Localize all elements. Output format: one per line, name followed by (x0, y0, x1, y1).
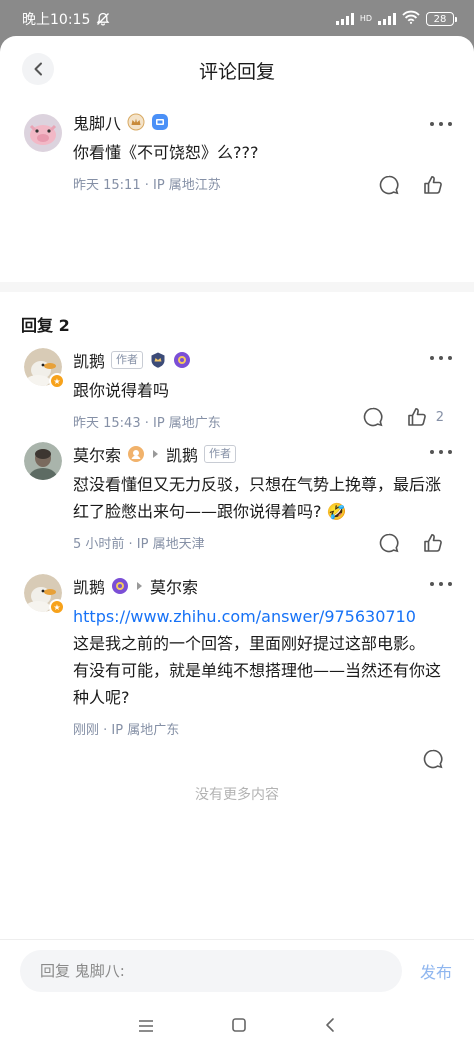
status-bar: 晚上10:15 HD 28 (0, 0, 474, 38)
star-badge-icon: ★ (49, 373, 65, 389)
comment-text-line-1: 这是我之前的一个回答，里面刚好提过这部电影。 (73, 634, 426, 653)
comment-actions (378, 174, 444, 196)
chat-bubble-icon (423, 749, 443, 769)
chevron-left-icon (34, 62, 42, 76)
reply-button[interactable] (362, 406, 384, 428)
bronze-badge-icon (127, 445, 145, 463)
star-badge-icon: ★ (49, 599, 65, 615)
answer-link[interactable]: https://www.zhihu.com/answer/975630710 (73, 607, 416, 626)
reply-item: ★ 凯鹅 作者 跟你说得着吗 昨天 15:43 · IP 属地广东 2 (0, 348, 474, 440)
reply-input[interactable] (20, 949, 402, 992)
level-badge-icon (111, 577, 129, 595)
nav-back-icon[interactable] (324, 1017, 336, 1037)
avatar[interactable] (24, 114, 62, 152)
thumbs-up-icon (407, 408, 426, 426)
like-count: 2 (435, 409, 444, 425)
avatar[interactable] (24, 442, 62, 480)
more-options-button[interactable] (430, 582, 452, 586)
replies-count-title: 回复 2 (21, 316, 70, 335)
comment-actions: 2 (362, 406, 444, 428)
like-button[interactable] (422, 532, 444, 554)
comment-text: https://www.zhihu.com/answer/975630710 这… (73, 603, 452, 711)
comment-author[interactable]: 凯鹅 (73, 348, 105, 372)
comment-actions (422, 748, 444, 770)
author-tag: 作者 (111, 351, 144, 369)
network-type: HD (359, 14, 372, 23)
more-options-button[interactable] (430, 122, 452, 126)
do-not-disturb-icon (96, 12, 110, 26)
comment-author[interactable]: 鬼脚八 (73, 110, 121, 134)
like-button[interactable]: 2 (406, 406, 444, 428)
root-comment: 鬼脚八 你看懂《不可饶恕》么??? 昨天 15:11 · IP 属地江苏 (0, 110, 474, 210)
avatar[interactable]: ★ (24, 348, 65, 389)
chat-bubble-icon (379, 533, 399, 553)
reply-to-user[interactable]: 凯鹅 (166, 442, 198, 466)
avatar[interactable]: ★ (24, 574, 65, 615)
signal-2-icon (378, 13, 396, 25)
more-options-button[interactable] (430, 356, 452, 360)
reply-button[interactable] (422, 748, 444, 770)
chat-bubble-icon (363, 407, 383, 427)
thumbs-up-icon (424, 176, 442, 194)
reply-arrow-icon (153, 450, 159, 458)
system-nav-bar (0, 1001, 474, 1053)
comment-text: 怼没看懂但又无力反驳，只想在气势上挽尊，最后涨红了脸憋出来句——跟你说得着吗? … (73, 475, 442, 521)
publish-button[interactable]: 发布 (420, 959, 452, 983)
battery-indicator: 28 (426, 12, 457, 26)
menu-icon[interactable] (138, 1018, 154, 1037)
section-divider (0, 282, 474, 292)
reply-item: ★ 凯鹅 莫尔索 https://www.zhihu.com/answer/97… (0, 574, 474, 784)
author-tag: 作者 (204, 445, 237, 463)
comment-text: 你看懂《不可饶恕》么??? (73, 143, 259, 162)
comment-actions (378, 532, 444, 554)
reply-button[interactable] (378, 532, 400, 554)
page-title: 评论回复 (198, 60, 275, 83)
comment-author[interactable]: 莫尔索 (73, 442, 121, 466)
shield-badge-icon (149, 351, 167, 369)
top-bar: 评论回复 (0, 36, 474, 104)
no-more-content: 没有更多内容 (195, 787, 279, 803)
crown-badge-icon (127, 113, 145, 131)
comment-text-line-2: 有没有可能，就是单纯不想搭理他——当然还有你这种人呢? (73, 661, 442, 707)
reply-item: 莫尔索 凯鹅 作者 怼没看懂但又无力反驳，只想在气势上挽尊，最后涨红了脸憋出来句… (0, 442, 474, 572)
signal-icon (335, 13, 354, 25)
comment-text: 跟你说得着吗 (73, 381, 170, 400)
wifi-icon (402, 10, 420, 28)
comment-reply-sheet: 评论回复 鬼脚八 你看懂《不可饶恕》么??? 昨天 15:11 · IP 属地江… (0, 36, 474, 1053)
verified-badge-icon (151, 113, 169, 131)
back-button[interactable] (22, 53, 54, 85)
home-icon[interactable] (231, 1017, 247, 1037)
status-time: 晚上10:15 (22, 12, 91, 28)
like-button[interactable] (422, 174, 444, 196)
reply-bar: 发布 (0, 939, 474, 1001)
comment-author[interactable]: 凯鹅 (73, 574, 105, 598)
reply-button[interactable] (378, 174, 400, 196)
reply-to-user[interactable]: 莫尔索 (150, 574, 198, 598)
reply-arrow-icon (137, 582, 143, 590)
comment-meta: 刚刚 · IP 属地广东 (73, 723, 180, 738)
thumbs-up-icon (424, 534, 442, 552)
chat-bubble-icon (379, 175, 399, 195)
level-badge-icon (173, 351, 191, 369)
more-options-button[interactable] (430, 450, 452, 454)
